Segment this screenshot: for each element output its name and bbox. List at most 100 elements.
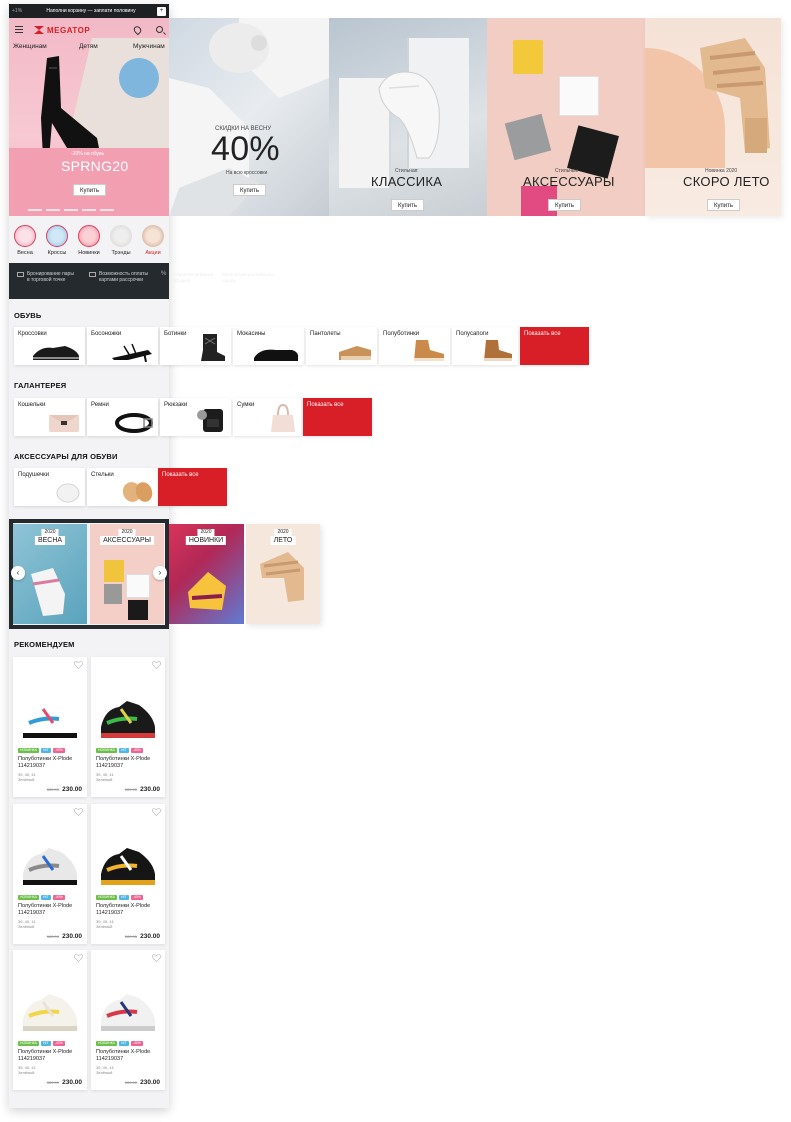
product-name[interactable]: Полуботинки X-Plode 114219037 [18, 903, 84, 916]
carousel-next-button[interactable]: › [153, 566, 167, 580]
product-card[interactable]: НОВИНКА HIT -40% Полуботинки X-Plode 114… [91, 804, 165, 944]
menu-icon[interactable] [15, 26, 23, 33]
carousel-viewport-frame [9, 519, 169, 629]
sandal-thumb [112, 343, 152, 362]
category-sneakers-icon[interactable] [46, 225, 68, 247]
info-item-booking[interactable]: Бронирование пары в торговой точке [17, 271, 77, 283]
percent-icon: % [161, 271, 167, 277]
category-card-boots[interactable]: Ботинки [160, 327, 231, 365]
category-card-mules[interactable]: Пантолеты [306, 327, 377, 365]
banner-pagination[interactable] [28, 209, 114, 211]
product-old-price: 380.00 [124, 787, 137, 792]
info-item-installment[interactable]: Возможность оплаты картами рассрочки [89, 271, 149, 283]
heart-icon[interactable] [152, 661, 161, 669]
category-card-backpacks[interactable]: Рюкзаки [160, 398, 231, 436]
buy-button[interactable]: Купить [548, 199, 581, 211]
new-shoe-image [188, 572, 226, 610]
category-sneakers-label[interactable]: Кроссы [42, 250, 72, 256]
info-overflow-2: Бесплатная доставка по городу [222, 272, 273, 283]
product-card[interactable]: НОВИНКА HIT -40% Полуботинки X-Plode 114… [13, 657, 87, 797]
banner-title: 40% [211, 130, 280, 168]
product-sizes: 39, 40, 41 Зелёный [96, 919, 114, 929]
heart-icon[interactable] [152, 954, 161, 962]
badge-discount: -40% [52, 1041, 65, 1046]
product-sizes: 39, 40, 41 Зелёный [96, 772, 114, 782]
show-all-shoe-accessories-button[interactable]: Показать все [158, 468, 227, 506]
collection-tile-summer[interactable]: 2020 ЛЕТО [246, 524, 320, 624]
product-name[interactable]: Полуботинки X-Plode 114219037 [18, 756, 84, 769]
heart-icon[interactable] [74, 661, 83, 669]
category-trends-icon[interactable] [110, 225, 132, 247]
badge-new: НОВИНКА [96, 748, 118, 753]
buy-button[interactable]: Купить [707, 199, 740, 211]
buy-button[interactable]: Купить [391, 199, 424, 211]
section-title-shoe-accessories: АКСЕССУАРЫ ДЛЯ ОБУВИ [14, 452, 118, 461]
banner-sub-bottom: На всю кроссовки [226, 170, 268, 176]
product-name[interactable]: Полуботинки X-Plode 114219037 [96, 1049, 162, 1062]
product-card[interactable]: НОВИНКА HIT -40% Полуботинки X-Plode 114… [91, 657, 165, 797]
store-icon [17, 272, 24, 277]
category-spring-icon[interactable] [14, 225, 36, 247]
mule-thumb [339, 346, 371, 360]
nav-men[interactable]: Мужчинам [133, 43, 165, 50]
buy-button[interactable]: Купить [73, 184, 106, 196]
banner-accessories[interactable]: Стильные АКСЕССУАРЫ Купить [487, 18, 645, 216]
category-sales-icon[interactable] [142, 225, 164, 247]
category-card-moccasins[interactable]: Мокасины [233, 327, 304, 365]
logo[interactable]: MEGATOP [34, 25, 104, 35]
category-card-sneakers[interactable]: Кроссовки [14, 327, 85, 365]
collection-tile-new[interactable]: 2020 НОВИНКИ [168, 524, 244, 624]
promo-bar[interactable]: +1% Наполни корзину — заплати половину + [9, 4, 169, 18]
category-card-sandals[interactable]: Босоножки [87, 327, 158, 365]
product-old-price: 380.00 [46, 787, 59, 792]
category-card-ankle-boots[interactable]: Полусапоги [452, 327, 518, 365]
badge-discount: -40% [130, 895, 143, 900]
nav-women[interactable]: Женщинам [13, 43, 47, 50]
plus-icon[interactable]: + [157, 6, 166, 16]
category-sales-label[interactable]: Акции [138, 250, 168, 256]
banner-spring-sale[interactable]: СКИДКИ НА ВЕСНУ 40% На всю кроссовки Куп… [169, 18, 329, 216]
banner-classic[interactable]: Стильная КЛАССИКА Купить [329, 18, 487, 216]
category-trends-label[interactable]: Трэнды [106, 250, 136, 256]
card-icon [89, 272, 96, 277]
banner-summer[interactable]: Новинка 2020 СКОРО ЛЕТО Купить [645, 18, 781, 216]
category-new-icon[interactable] [78, 225, 100, 247]
category-card-wallets[interactable]: Кошельки [14, 398, 85, 436]
location-pin-icon[interactable] [132, 24, 143, 36]
heart-icon[interactable] [74, 954, 83, 962]
logo-text: MEGATOP [47, 25, 91, 35]
show-all-shoes-button[interactable]: Показать все [520, 327, 589, 365]
banner-title: SPRNG20 [61, 158, 129, 174]
category-new-label[interactable]: Новинки [74, 250, 104, 256]
product-name[interactable]: Полуботинки X-Plode 114219037 [96, 903, 162, 916]
product-price: 230.00 [62, 1079, 82, 1086]
nav-kids[interactable]: Детям [79, 43, 98, 50]
category-spring-label[interactable]: Весна [10, 250, 40, 256]
product-price: 230.00 [140, 786, 160, 793]
product-image [101, 848, 155, 885]
promo-bar-text: Наполни корзину — заплати половину [46, 8, 136, 14]
product-card[interactable]: НОВИНКА HIT -40% Полуботинки X-Plode 114… [13, 950, 87, 1090]
white-bag-image [559, 76, 599, 116]
heart-icon[interactable] [152, 808, 161, 816]
category-card-bags[interactable]: Сумки [233, 398, 301, 436]
buy-button[interactable]: Купить [233, 184, 266, 196]
product-card[interactable]: НОВИНКА HIT -40% Полуботинки X-Plode 114… [13, 804, 87, 944]
heart-icon[interactable] [74, 808, 83, 816]
product-name[interactable]: Полуботинки X-Plode 114219037 [96, 756, 162, 769]
logo-mark-icon [34, 26, 44, 34]
banner-title: КЛАССИКА [371, 174, 443, 189]
product-card[interactable]: НОВИНКА HIT -40% Полуботинки X-Plode 114… [91, 950, 165, 1090]
show-all-haberdashery-button[interactable]: Показать все [303, 398, 372, 436]
search-icon[interactable] [156, 26, 163, 33]
info-overflow-1: Гарантия возврата 30 дней [174, 272, 214, 283]
bag-thumb [271, 403, 295, 432]
header: MEGATOP Женщинам Детям Мужчинам [9, 18, 169, 54]
grey-bag-image [504, 113, 552, 161]
category-card-insoles[interactable]: Стельки [87, 468, 158, 506]
category-card-half-boots[interactable]: Полуботинки [379, 327, 450, 365]
category-card-pads[interactable]: Подушечки [14, 468, 85, 506]
product-name[interactable]: Полуботинки X-Plode 114219037 [18, 1049, 84, 1062]
category-card-belts[interactable]: Ремни [87, 398, 158, 436]
carousel-prev-button[interactable]: ‹ [11, 566, 25, 580]
